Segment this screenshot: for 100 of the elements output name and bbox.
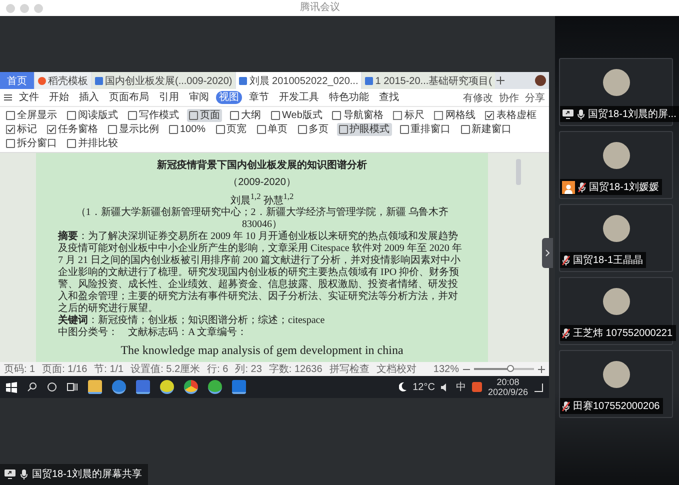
- toolbar-action[interactable]: 有修改: [463, 90, 493, 104]
- checkbox[interactable]: [434, 111, 444, 120]
- notification-icon[interactable]: [534, 382, 543, 392]
- status-item: 拼写检查: [329, 362, 370, 376]
- app-icon[interactable]: [232, 380, 246, 394]
- participant-name: 国贸18-1刘媛媛: [589, 180, 660, 194]
- status-item: 列: 23: [235, 363, 262, 376]
- muted-mic-icon[interactable]: [562, 254, 570, 266]
- menu-tab[interactable]: 文件: [16, 91, 42, 104]
- status-item: 页面: 1/16: [42, 363, 88, 376]
- ribbon-button[interactable]: 写作模式: [126, 109, 181, 122]
- docer-logo-icon: [38, 76, 46, 84]
- document-icon: [365, 76, 374, 84]
- ribbon-button[interactable]: 重排窗口: [398, 123, 453, 136]
- menu-tab[interactable]: 审阅: [186, 91, 212, 104]
- menu-tab[interactable]: 引用: [156, 91, 182, 104]
- input-method[interactable]: 中: [456, 380, 466, 394]
- ribbon-button[interactable]: 新建窗口: [458, 123, 514, 136]
- moon-icon: [398, 382, 407, 392]
- document-tab[interactable]: 稻壳模板: [35, 72, 91, 89]
- ribbon-button[interactable]: 多页: [296, 123, 331, 136]
- status-item: 节: 1/1: [94, 362, 124, 376]
- avatar: [602, 69, 630, 96]
- circle-icon[interactable]: [47, 382, 57, 392]
- ribbon-button[interactable]: 阅读版式: [65, 109, 120, 122]
- document-classification: 中图分类号： 文献标志码：A 文章编号：: [58, 327, 248, 340]
- ribbon-button[interactable]: 单页: [254, 123, 290, 136]
- mic-icon[interactable]: [20, 468, 28, 480]
- checkbox-label: 任务窗格: [58, 123, 98, 136]
- muted-mic-icon[interactable]: [578, 182, 586, 192]
- ribbon-button[interactable]: 导航窗格: [330, 109, 386, 122]
- checkbox[interactable]: [47, 125, 56, 134]
- document-keywords: 关键词：新冠疫情；创业板；知识图谱分析；综述；citespace: [58, 315, 326, 326]
- app-tray-icon[interactable]: [472, 382, 482, 392]
- checkbox[interactable]: [393, 111, 402, 120]
- ribbon-button[interactable]: 大纲: [228, 109, 263, 122]
- menu-tab[interactable]: 查找: [376, 91, 402, 104]
- collapse-panel-button[interactable]: [542, 238, 553, 268]
- ribbon-button[interactable]: 全屏显示: [4, 109, 59, 122]
- browser-icon[interactable]: [112, 380, 126, 394]
- menu-tab[interactable]: 开发工具: [276, 91, 322, 104]
- zoom-slider[interactable]: [474, 368, 534, 370]
- window-title: 腾讯会议: [300, 0, 340, 15]
- ribbon-button[interactable]: 护眼模式: [336, 123, 392, 136]
- status-item: 设置值: 5.2厘米: [130, 362, 200, 376]
- document-subtitle: （2009-2020）: [228, 176, 296, 190]
- ribbon-button[interactable]: 并排比较: [65, 137, 120, 150]
- chevron-right-icon: [545, 249, 550, 257]
- task-view-icon[interactable]: [67, 382, 78, 392]
- ribbon-button[interactable]: Web版式: [269, 109, 324, 122]
- menu-icon[interactable]: [4, 94, 12, 101]
- checkbox[interactable]: [485, 111, 494, 120]
- taskbar-clock[interactable]: 20:08 2020/9/26: [488, 377, 528, 398]
- user-avatar[interactable]: [535, 75, 546, 86]
- menu-tab[interactable]: 页面布局: [106, 91, 152, 104]
- menu-tab[interactable]: 插入: [76, 91, 102, 104]
- participant-name: 王芝炜 107552000221: [573, 326, 673, 340]
- document-tab[interactable]: 国内创业板发展(...009-2020): [92, 72, 236, 89]
- zoom-in-icon[interactable]: [538, 366, 545, 373]
- search-icon[interactable]: [27, 382, 37, 392]
- document-tab[interactable]: 首页: [0, 72, 34, 89]
- document-icon: [95, 76, 103, 84]
- menu-tab[interactable]: 特色功能: [326, 91, 372, 104]
- ribbon-button[interactable]: 拆分窗口: [4, 137, 59, 150]
- scrollbar-thumb[interactable]: [516, 159, 521, 185]
- screen-share-label: 国贸18-1刘晨的屏幕共享: [0, 464, 148, 485]
- new-tab-icon[interactable]: [496, 76, 505, 85]
- toolbar-action[interactable]: 协作: [499, 90, 519, 104]
- document-affiliation: （1．新疆大学新疆创新管理研究中心；2．新疆大学经济与管理学院，新疆 乌鲁木齐 830046）: [74, 207, 450, 230]
- windows-start-icon[interactable]: [6, 382, 17, 393]
- ribbon-button[interactable]: 显示比例: [106, 123, 161, 136]
- app-icon[interactable]: [160, 380, 174, 394]
- zoom-level[interactable]: 132%: [433, 364, 459, 375]
- menu-tab[interactable]: 章节: [246, 91, 272, 104]
- folder-icon[interactable]: [88, 380, 102, 394]
- document-abstract: 摘要：为了解决深圳证券交易所在 2009 年 10 月开通创业板以来研究的热点领域和发展趋势及疫情可能对创业板中中小企业所产生的影响，文章采用 Citespace 软件对 2009 年至 2020 年 7 月 21 日之间的国内创业板被引用排序前 200 篇文献进行了分析，并对疫情影响因素对中小企业影响的文献进行了梳理。研究发现国内创业板的研究主要热点领域有 IPO 抑价、财务预警、风险投资、成长性、企业绩效、超募资金、信息披露、股权激励、投资者情绪、研发投入和盈余管理；主要的研究方法有事件研究法、因子分析法、实证研究法等分析方法，并对之后的研究进行展望。: [58, 231, 463, 314]
- document-title: 新冠疫情背景下国内创业板发展的知识图谱分析: [157, 158, 367, 173]
- mic-icon[interactable]: [577, 108, 585, 120]
- browser-icon[interactable]: [184, 380, 198, 394]
- menu-tab[interactable]: 视图: [216, 91, 242, 104]
- document-english-title: The knowledge map analysis of gem development in china: [120, 343, 404, 358]
- app-icon[interactable]: [136, 380, 150, 394]
- checkbox[interactable]: [6, 125, 15, 134]
- document-authors: 刘晨$^{1,2}$ 孙慧$^{1,2}$: [230, 191, 294, 206]
- ribbon-button[interactable]: 页宽: [214, 123, 249, 136]
- weather-text: 12°C: [412, 382, 435, 393]
- document-tab[interactable]: 刘晨 2010052022_020...: [236, 72, 362, 89]
- person-icon: [562, 180, 575, 194]
- status-item: 字数: 12636: [268, 362, 322, 376]
- chat-icon[interactable]: [208, 380, 222, 394]
- muted-mic-icon[interactable]: [562, 328, 570, 338]
- ribbon-button[interactable]: 100%: [167, 123, 208, 136]
- status-item: 行: 6: [207, 363, 228, 376]
- menu-tab[interactable]: 开始: [46, 91, 72, 104]
- muted-mic-icon[interactable]: [562, 400, 570, 412]
- toolbar-action[interactable]: 分享: [525, 90, 545, 104]
- avatar: [602, 288, 630, 315]
- document-icon: [239, 76, 248, 84]
- document-tab[interactable]: 1 2015-20...基础研究项目(: [362, 72, 495, 89]
- ribbon-button[interactable]: 页面: [187, 109, 222, 122]
